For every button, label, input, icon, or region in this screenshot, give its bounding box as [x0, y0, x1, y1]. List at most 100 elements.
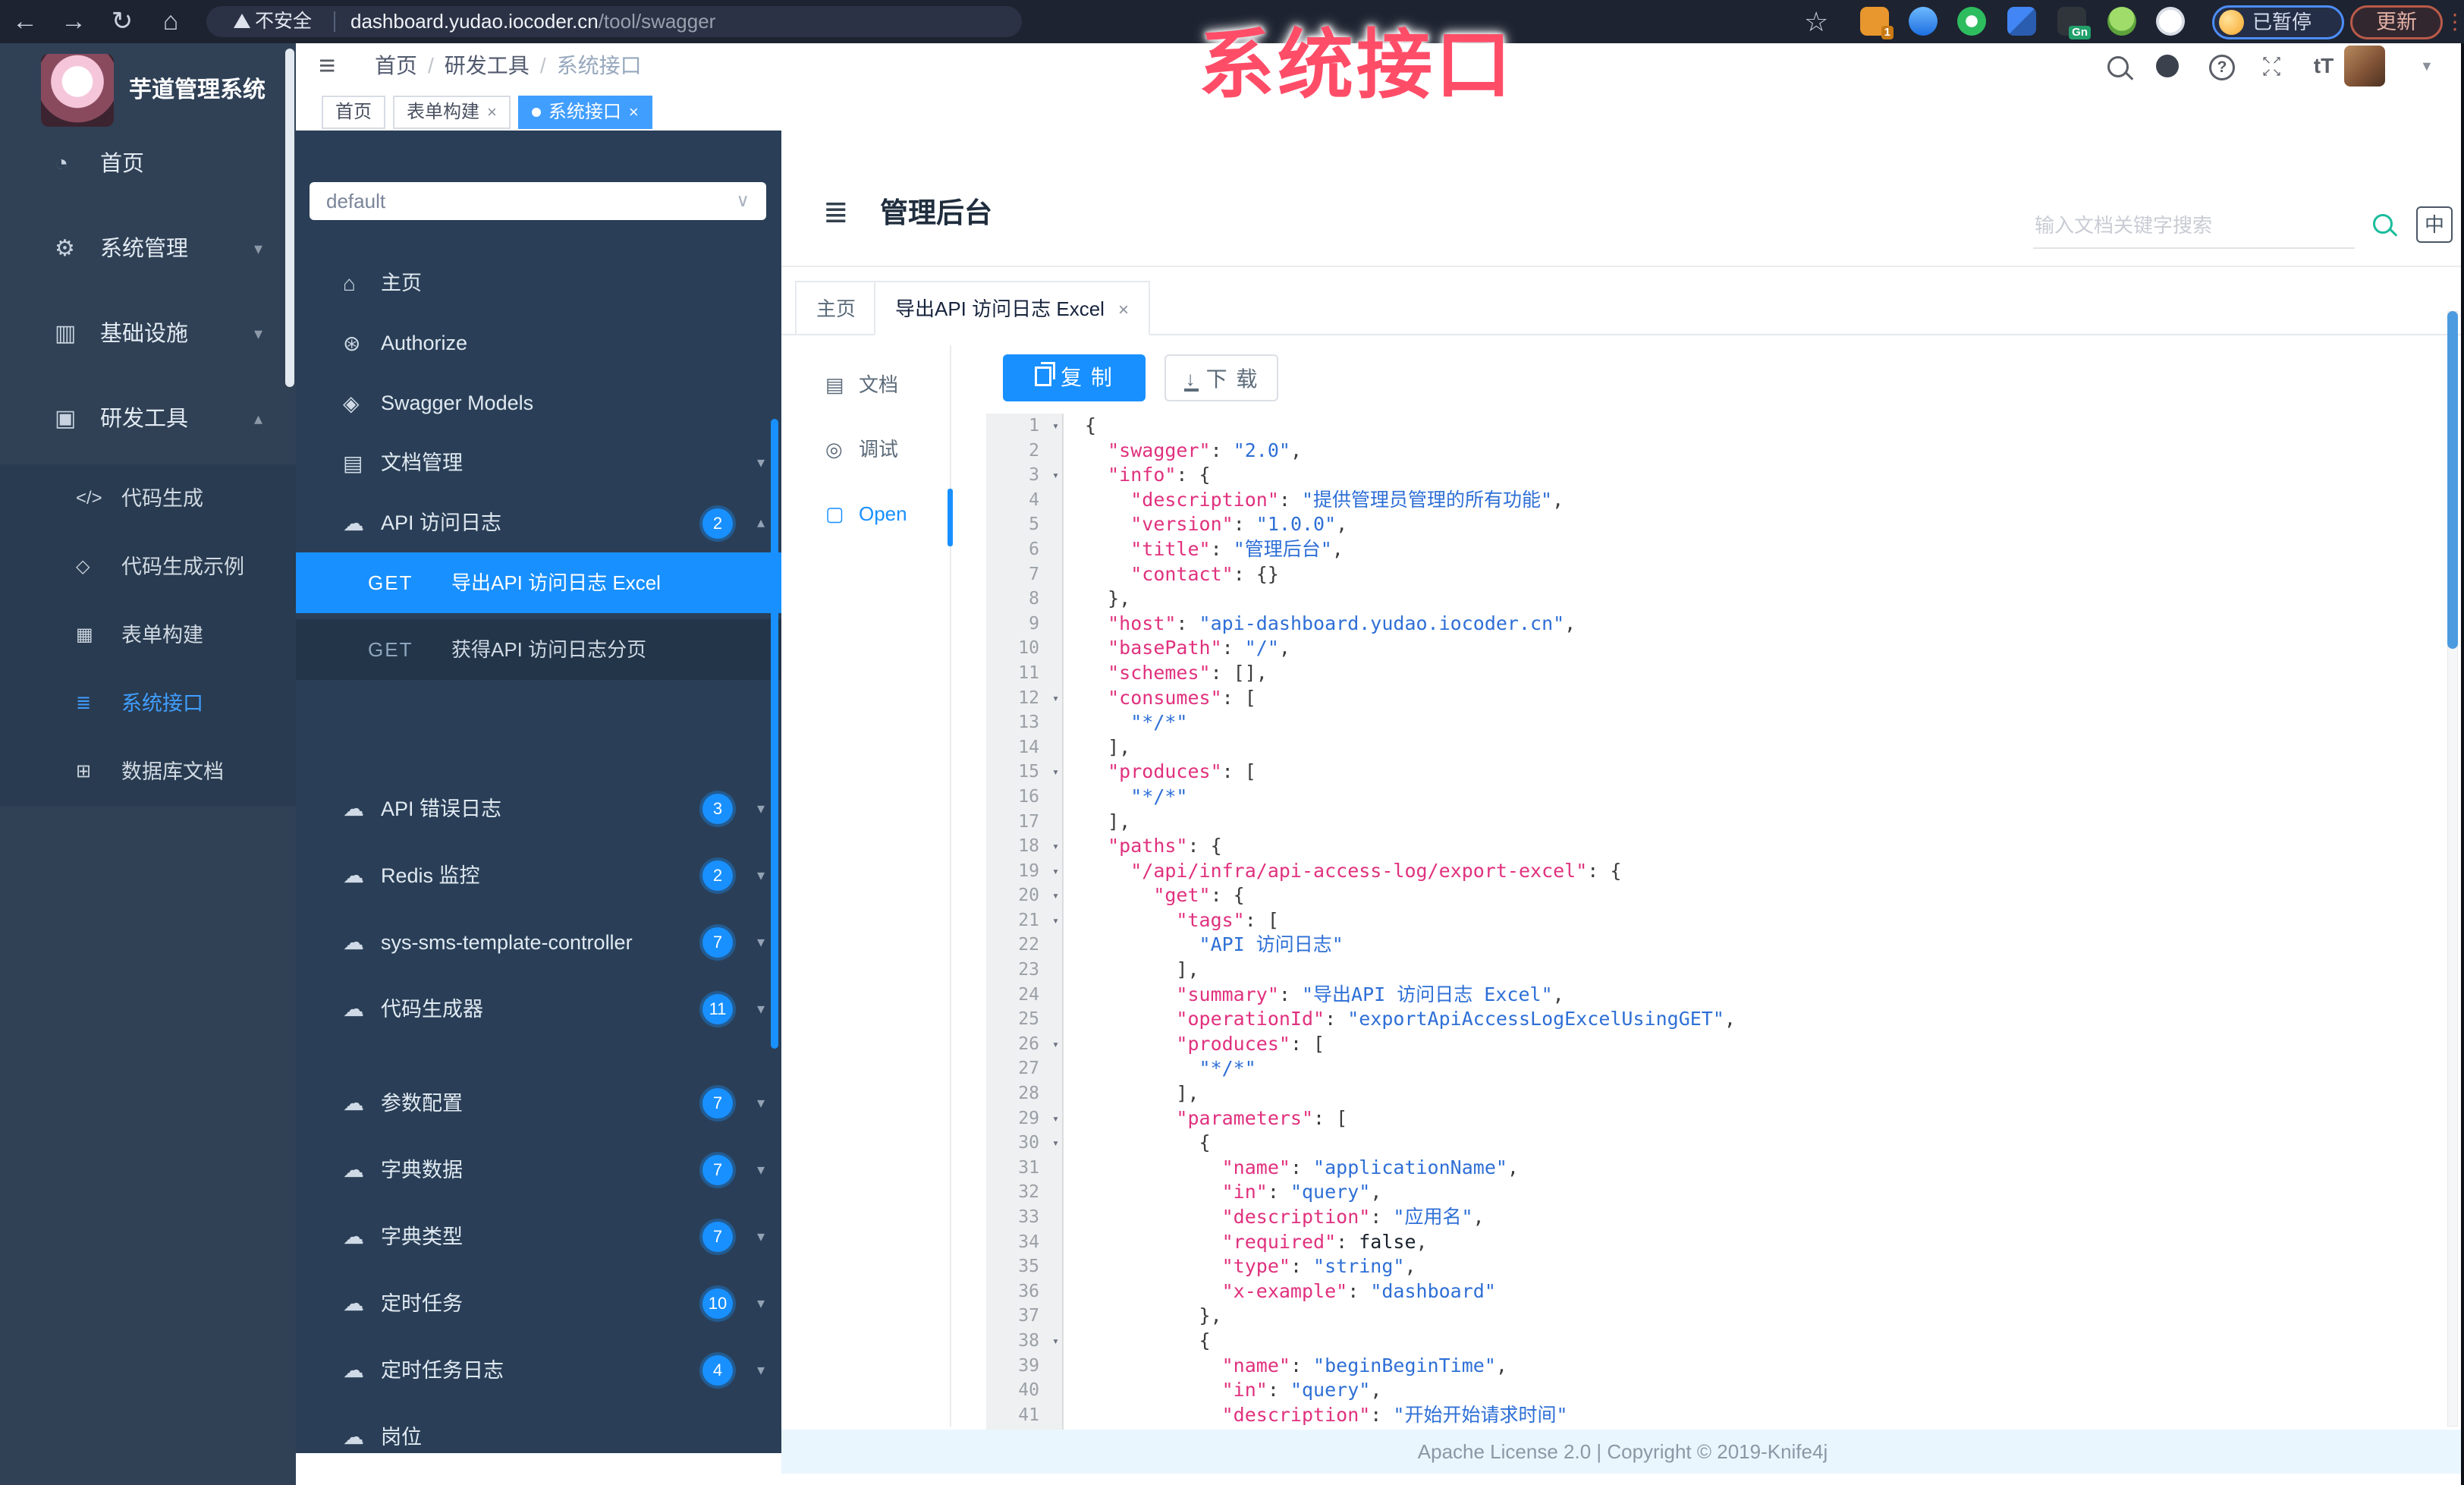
address-bar[interactable]: 不安全 dashboard.yudao.iocoder.cn/tool/swag…: [206, 6, 1022, 37]
breadcrumb-item[interactable]: 研发工具: [445, 54, 530, 77]
download-button[interactable]: ↓ 下 载: [1164, 354, 1278, 401]
sidebar-collapse-icon[interactable]: ≡: [319, 43, 335, 89]
doc-search-icon[interactable]: [2373, 214, 2393, 234]
controller-item[interactable]: ☁ Redis 监控 2 ▾: [296, 842, 781, 909]
swagger-nav-item[interactable]: ⊛ Authorize: [296, 313, 781, 373]
tag-tab[interactable]: 系统接口 ×: [517, 96, 652, 129]
tag-tab[interactable]: 首页: [322, 96, 385, 129]
sidebar-menu-item[interactable]: ⚙ 系统管理 ▾: [0, 206, 296, 291]
sidebar-menu-item[interactable]: ▥ 基础设施 ▾: [0, 291, 296, 376]
api-endpoint-item[interactable]: GET 导出API 访问日志 Excel: [296, 552, 781, 613]
controller-item[interactable]: ☁ 参数配置 7 ▾: [296, 1070, 781, 1137]
line-number[interactable]: 38 ▾: [986, 1329, 1062, 1354]
line-number[interactable]: 18 ▾: [986, 834, 1062, 859]
swagger-sidebar-scrollbar[interactable]: [771, 419, 778, 1049]
line-number[interactable]: 19 ▾: [986, 859, 1062, 884]
api-group-select[interactable]: default ∨: [310, 182, 766, 220]
user-menu-caret-icon[interactable]: ▼: [2420, 43, 2434, 89]
github-icon[interactable]: [2156, 55, 2179, 77]
menu-item-label: 研发工具: [100, 407, 189, 431]
help-icon[interactable]: ?: [2209, 55, 2235, 80]
chevron-icon: ▾: [756, 1295, 765, 1312]
sidebar-submenu-item[interactable]: ▦ 表单构建: [0, 601, 296, 669]
extension-icon[interactable]: [1909, 7, 1938, 36]
tag-tab[interactable]: 表单构建 ×: [393, 96, 511, 129]
line-number: 36: [1018, 1281, 1039, 1301]
extension-icon[interactable]: [1957, 7, 1986, 36]
sidebar-submenu-item[interactable]: ≣ 系统接口: [0, 669, 296, 738]
doc-tab-home[interactable]: 主页: [795, 281, 878, 335]
header-search-icon[interactable]: [2107, 56, 2129, 77]
doc-collapse-icon[interactable]: ≣: [823, 190, 849, 235]
line-number[interactable]: 29 ▾: [986, 1106, 1062, 1131]
doc-side-tab[interactable]: ▤ 文档: [804, 353, 948, 417]
doc-tab-export-excel[interactable]: 导出API 访问日志 Excel ×: [874, 281, 1150, 335]
browser-forward-icon[interactable]: →: [55, 0, 93, 43]
close-icon[interactable]: ×: [629, 97, 639, 127]
bookmark-star-icon[interactable]: ☆: [1804, 0, 1828, 43]
controller-item[interactable]: ☁ 字典数据 7 ▾: [296, 1137, 781, 1203]
sidebar-submenu-item[interactable]: ◇ 代码生成示例: [0, 533, 296, 601]
close-icon[interactable]: ×: [1118, 300, 1129, 320]
line-number[interactable]: 20 ▾: [986, 883, 1062, 908]
extension-icon[interactable]: [2107, 7, 2136, 36]
line-number[interactable]: 3 ▾: [986, 463, 1062, 488]
url-text[interactable]: dashboard.yudao.iocoder.cn/tool/swagger: [350, 6, 715, 37]
swagger-nav-item[interactable]: ▤ 文档管理 ▾: [296, 433, 781, 493]
doc-side-tab[interactable]: ▢ Open: [804, 482, 948, 546]
swagger-nav-item[interactable]: ⌂ 主页: [296, 253, 781, 313]
line-number[interactable]: 30 ▾: [986, 1131, 1062, 1156]
close-icon[interactable]: ×: [487, 97, 497, 127]
controller-item[interactable]: ☁ 定时任务 10 ▾: [296, 1270, 781, 1337]
api-endpoint-list: GET 导出API 访问日志 Excel GET 获得API 访问日志分页: [296, 552, 781, 686]
user-avatar[interactable]: [2344, 46, 2385, 87]
swagger-nav-item[interactable]: ◈ Swagger Models: [296, 373, 781, 433]
controller-item[interactable]: ☁ 代码生成器 11 ▾: [296, 976, 781, 1043]
line-number: 14: [1018, 737, 1039, 757]
line-number[interactable]: 21 ▾: [986, 908, 1062, 933]
controller-item[interactable]: ☁ 定时任务日志 4 ▾: [296, 1337, 781, 1404]
sidebar-menu-item[interactable]: ▣ 研发工具 ▴: [0, 376, 296, 461]
page-scrollbar-thumb[interactable]: [2447, 311, 2458, 649]
sidebar-submenu-item[interactable]: </> 代码生成: [0, 464, 296, 533]
api-endpoint-item[interactable]: GET 获得API 访问日志分页: [296, 619, 781, 680]
nav-item-icon: ⊛: [343, 332, 361, 355]
language-toggle[interactable]: 中: [2416, 206, 2453, 243]
copy-button[interactable]: 复 制: [1003, 354, 1146, 401]
breadcrumb-item[interactable]: 首页: [375, 54, 417, 77]
fullscreen-icon[interactable]: ↖↗ ↙↘: [2259, 55, 2285, 80]
cloud-icon: ☁: [343, 797, 364, 820]
extension-icon[interactable]: 1: [1860, 7, 1894, 39]
line-number[interactable]: 26 ▾: [986, 1032, 1062, 1057]
profile-paused-chip[interactable]: 已暂停: [2212, 5, 2344, 39]
controller-item[interactable]: ☁ API 错误日志 3 ▾: [296, 776, 781, 842]
extension-icon[interactable]: [2007, 7, 2036, 36]
extension-icon[interactable]: [2156, 7, 2185, 36]
download-icon: ↓: [1183, 367, 1199, 392]
controller-label: 字典类型: [381, 1225, 463, 1248]
swagger-main: ≣ 管理后台 中 主页 导出API 访问日志 Excel × ▤ 文档 ◎ 调试: [781, 131, 2464, 1485]
doc-search-input[interactable]: [2033, 203, 2355, 249]
doc-tab-label: 主页: [816, 297, 856, 320]
controller-item[interactable]: ☁ 岗位: [296, 1404, 781, 1453]
code-lines[interactable]: { "swagger": "2.0", "info": { "descripti…: [1064, 414, 2464, 1430]
controller-item[interactable]: ☁ 字典类型 7 ▾: [296, 1203, 781, 1270]
browser-update-button[interactable]: 更新: [2350, 5, 2443, 39]
sidebar-submenu-item[interactable]: ⊞ 数据库文档: [0, 738, 296, 806]
browser-home-icon[interactable]: ⌂: [152, 0, 190, 43]
nav-item-label: 文档管理: [381, 451, 463, 474]
doc-side-tab[interactable]: ◎ 调试: [804, 417, 948, 482]
browser-reload-icon[interactable]: ↻: [103, 0, 141, 43]
line-number[interactable]: 1 ▾: [986, 414, 1062, 439]
line-number[interactable]: 12 ▾: [986, 686, 1062, 711]
browser-back-icon[interactable]: ←: [6, 0, 44, 43]
profile-avatar: [2219, 10, 2244, 35]
controller-item[interactable]: ☁ sys-sms-template-controller 7 ▾: [296, 909, 781, 976]
line-number[interactable]: 15 ▾: [986, 760, 1062, 785]
swagger-nav-item[interactable]: ☁ API 访问日志 2 ▴: [296, 493, 781, 553]
sidebar-menu-item[interactable]: ◔ 首页: [0, 121, 296, 206]
extension-icon[interactable]: Gn: [2057, 7, 2091, 39]
browser-menu-icon[interactable]: ⋮: [2444, 0, 2464, 43]
side-tab-icon: ▤: [825, 373, 844, 396]
font-size-icon[interactable]: tT: [2305, 43, 2343, 89]
